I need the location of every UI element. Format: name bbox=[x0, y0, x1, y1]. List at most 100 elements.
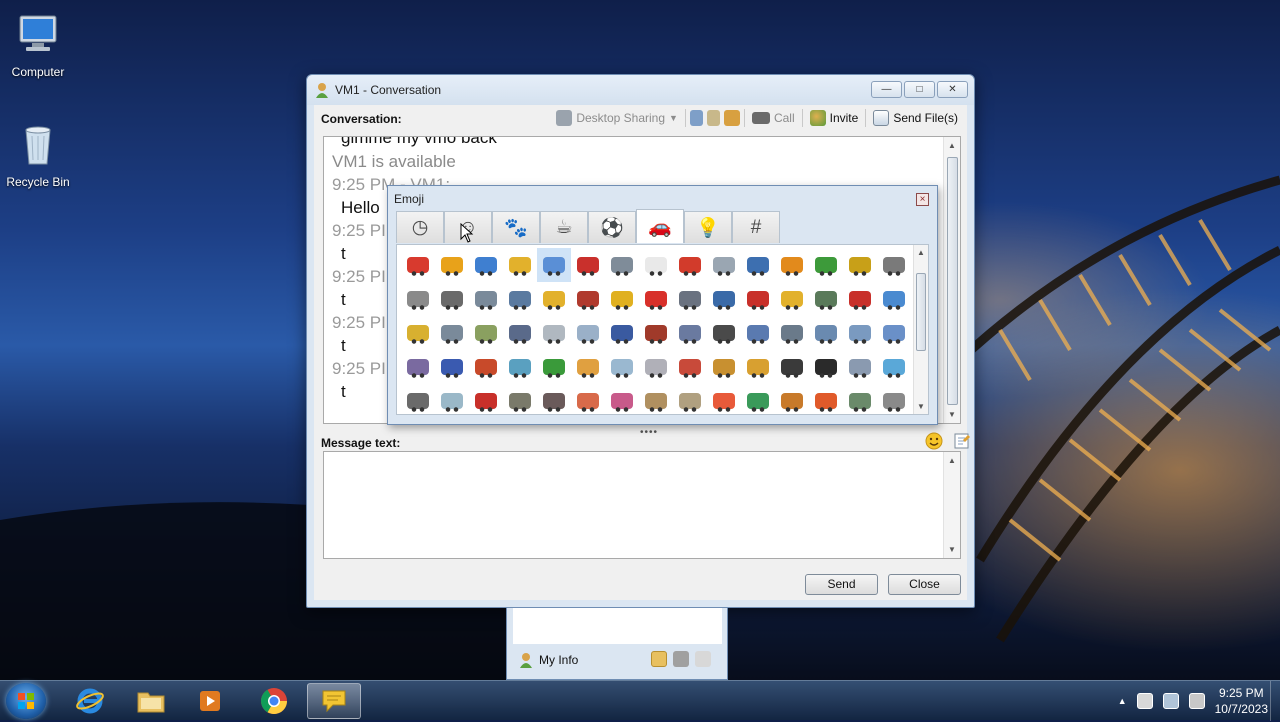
emoji-tab-objects[interactable]: 💡 bbox=[684, 211, 732, 243]
emoji-tab-food[interactable]: ☕ bbox=[540, 211, 588, 243]
desktop-icon-computer[interactable]: Computer bbox=[0, 10, 76, 79]
scroll-down-icon[interactable]: ▼ bbox=[917, 402, 925, 411]
font-settings-icon[interactable] bbox=[953, 432, 971, 450]
my-info-button[interactable]: My Info bbox=[519, 652, 578, 668]
emoji-item[interactable] bbox=[469, 282, 503, 316]
emoji-item[interactable] bbox=[435, 384, 469, 418]
scroll-up-icon[interactable]: ▲ bbox=[948, 456, 956, 465]
emoji-icon[interactable] bbox=[925, 432, 943, 450]
emoji-item[interactable] bbox=[843, 350, 877, 384]
emoji-item[interactable] bbox=[605, 248, 639, 282]
status-available-icon[interactable] bbox=[651, 651, 667, 667]
emoji-item[interactable] bbox=[877, 282, 911, 316]
clock[interactable]: 9:25 PM 10/7/2023 bbox=[1215, 685, 1268, 717]
emoji-item[interactable] bbox=[741, 384, 775, 418]
emoji-item[interactable] bbox=[707, 248, 741, 282]
action-center-icon[interactable] bbox=[1136, 693, 1153, 709]
emoji-item[interactable] bbox=[775, 316, 809, 350]
scroll-down-icon[interactable]: ▼ bbox=[948, 545, 956, 554]
emoji-item[interactable] bbox=[571, 248, 605, 282]
show-hidden-icons-icon[interactable]: ▲ bbox=[1118, 696, 1127, 706]
start-button[interactable] bbox=[6, 683, 46, 719]
games-icon[interactable] bbox=[723, 110, 740, 126]
network-icon[interactable] bbox=[1162, 693, 1179, 709]
emoji-item[interactable] bbox=[469, 248, 503, 282]
show-desktop-button[interactable] bbox=[1270, 681, 1280, 721]
emoji-item[interactable] bbox=[877, 384, 911, 418]
maximize-button[interactable]: □ bbox=[904, 81, 935, 98]
emoji-item[interactable] bbox=[435, 316, 469, 350]
emoji-item[interactable] bbox=[775, 350, 809, 384]
emoji-item[interactable] bbox=[809, 248, 843, 282]
emoji-item[interactable] bbox=[401, 316, 435, 350]
invite-button[interactable]: Invite bbox=[807, 108, 862, 128]
emoji-item[interactable] bbox=[877, 316, 911, 350]
emoji-item[interactable] bbox=[469, 384, 503, 418]
status-busy-icon[interactable] bbox=[673, 651, 689, 667]
emoji-tab-activities[interactable]: ⚽ bbox=[588, 211, 636, 243]
emoji-item[interactable] bbox=[537, 282, 571, 316]
emoji-item[interactable] bbox=[435, 282, 469, 316]
send-files-button[interactable]: Send File(s) bbox=[870, 108, 961, 128]
emoji-item[interactable] bbox=[877, 248, 911, 282]
emoji-item[interactable] bbox=[877, 350, 911, 384]
emoji-item[interactable] bbox=[809, 316, 843, 350]
emoji-item[interactable] bbox=[571, 384, 605, 418]
close-window-button[interactable]: ✕ bbox=[937, 81, 968, 98]
emoji-item[interactable] bbox=[673, 384, 707, 418]
taskbar-internet-explorer[interactable] bbox=[63, 683, 117, 719]
emoji-item[interactable] bbox=[775, 248, 809, 282]
volume-muted-icon[interactable] bbox=[1188, 693, 1205, 709]
emoji-item[interactable] bbox=[809, 384, 843, 418]
emoji-item[interactable] bbox=[673, 248, 707, 282]
emoji-item[interactable] bbox=[639, 316, 673, 350]
emoji-item[interactable] bbox=[401, 248, 435, 282]
emoji-tab-animals[interactable]: 🐾 bbox=[492, 211, 540, 243]
message-input[interactable]: ▲ ▼ bbox=[323, 451, 961, 559]
taskbar-messenger[interactable] bbox=[307, 683, 361, 719]
emoji-item[interactable] bbox=[809, 350, 843, 384]
scrollbar-thumb[interactable] bbox=[947, 157, 958, 405]
emoji-item[interactable] bbox=[639, 384, 673, 418]
emoji-item[interactable] bbox=[741, 248, 775, 282]
emoji-item[interactable] bbox=[673, 316, 707, 350]
emoji-item[interactable] bbox=[503, 282, 537, 316]
scroll-up-icon[interactable]: ▲ bbox=[917, 248, 925, 257]
emoji-item[interactable] bbox=[503, 316, 537, 350]
emoji-item[interactable] bbox=[605, 282, 639, 316]
emoji-tab-symbols[interactable]: # bbox=[732, 211, 780, 243]
emoji-item[interactable] bbox=[571, 350, 605, 384]
emoji-item[interactable] bbox=[503, 384, 537, 418]
message-scrollbar[interactable]: ▲ ▼ bbox=[943, 452, 960, 558]
emoji-item[interactable] bbox=[673, 282, 707, 316]
notes-icon[interactable] bbox=[689, 110, 703, 126]
desktop-icon-recycle-bin[interactable]: Recycle Bin bbox=[0, 120, 76, 189]
emoji-item[interactable] bbox=[843, 316, 877, 350]
call-button[interactable]: Call bbox=[749, 109, 798, 127]
emoji-item[interactable] bbox=[571, 282, 605, 316]
emoji-item[interactable] bbox=[401, 282, 435, 316]
emoji-scrollbar[interactable]: ▲ ▼ bbox=[913, 245, 928, 414]
emoji-item[interactable] bbox=[639, 282, 673, 316]
emoji-item[interactable] bbox=[605, 316, 639, 350]
emoji-item[interactable] bbox=[673, 350, 707, 384]
status-offline-icon[interactable] bbox=[695, 651, 711, 667]
emoji-item[interactable] bbox=[537, 384, 571, 418]
emoji-item[interactable] bbox=[775, 282, 809, 316]
taskbar-chrome[interactable] bbox=[247, 683, 301, 719]
emoji-item[interactable] bbox=[707, 282, 741, 316]
emoji-item[interactable] bbox=[401, 384, 435, 418]
emoji-item[interactable] bbox=[469, 316, 503, 350]
emoji-item[interactable] bbox=[843, 384, 877, 418]
emoji-item[interactable] bbox=[401, 350, 435, 384]
emoji-item[interactable] bbox=[503, 350, 537, 384]
scroll-down-icon[interactable]: ▼ bbox=[948, 410, 956, 419]
emoji-tab-recent[interactable]: ◷ bbox=[396, 211, 444, 243]
emoji-item[interactable] bbox=[741, 282, 775, 316]
close-button[interactable]: Close bbox=[888, 574, 961, 595]
send-button[interactable]: Send bbox=[805, 574, 878, 595]
emoji-item[interactable] bbox=[605, 384, 639, 418]
emoji-item[interactable] bbox=[435, 350, 469, 384]
emoji-item[interactable] bbox=[707, 316, 741, 350]
emoji-item[interactable] bbox=[435, 248, 469, 282]
